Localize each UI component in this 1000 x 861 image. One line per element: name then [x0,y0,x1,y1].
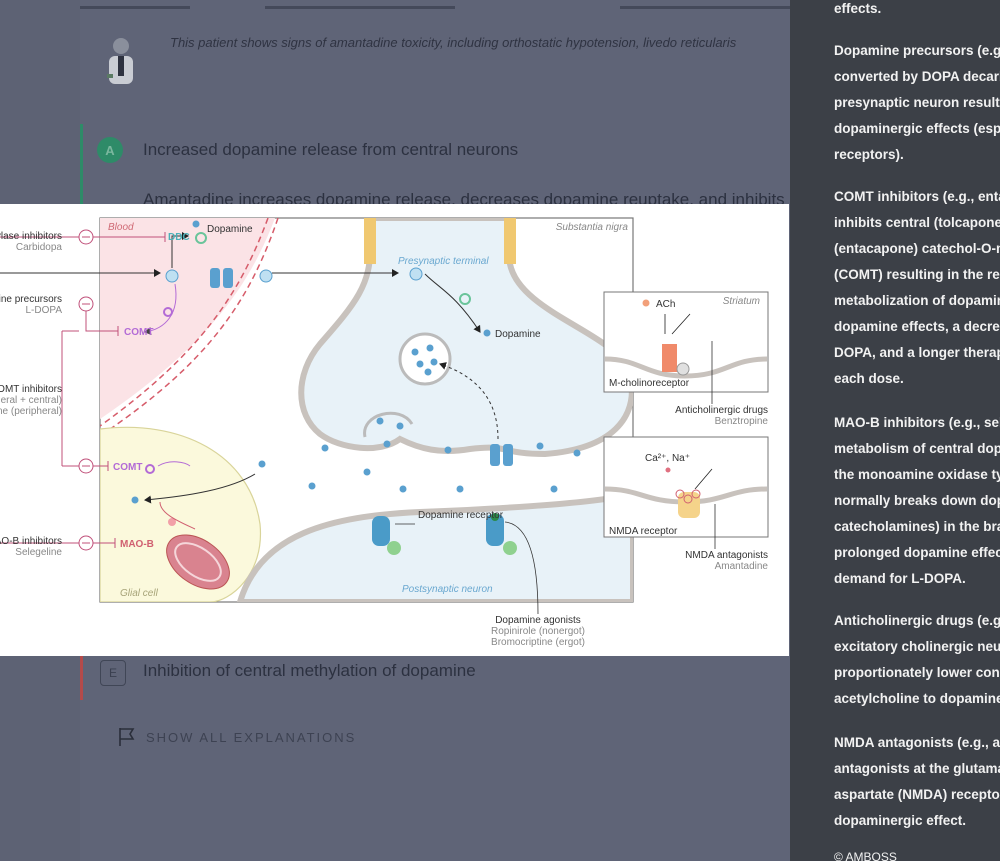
nmda-inset [603,436,769,538]
svg-text:Dopamine: Dopamine [495,329,541,340]
svg-text:NMDA receptor: NMDA receptor [609,526,678,537]
dopamine-precursors-label: Dopamine precursors [0,294,62,305]
svg-text:DDC: DDC [168,232,190,243]
dopamine-agonists-label: Dopamine agonists [495,615,581,626]
flag-icon [119,728,135,746]
copyright: © AMBOSS [834,850,897,861]
dopamine-receptor-1 [372,516,390,546]
pharmacology-figure[interactable]: Dopa decarboxylase inhibitors Carbidopa … [0,204,789,656]
sidebar-line: effects. [834,1,882,16]
svg-text:Substantia nigra: Substantia nigra [556,222,629,233]
svg-text:Carbidopa: Carbidopa [16,242,63,253]
svg-text:Entacapone (peripheral): Entacapone (peripheral) [0,406,62,417]
tab-underline [620,6,790,9]
svg-text:Striatum: Striatum [723,296,760,307]
explanation-sidebar: effects. Dopamine precursors (e.g., L-DO… [790,0,1000,861]
nmda-antagonists-label: NMDA antagonists [685,550,768,561]
svg-text:Tolcapone (peripheral + centra: Tolcapone (peripheral + central) [0,395,62,406]
show-all-label: SHOW ALL EXPLANATIONS [146,729,357,745]
tab-underline [265,6,455,9]
svg-text:Selegeline: Selegeline [15,547,62,558]
svg-text:COMT: COMT [124,327,153,338]
svg-text:Amantadine: Amantadine [715,561,769,572]
tab-underline [80,6,190,9]
svg-text:M-cholinoreceptor: M-cholinoreceptor [609,378,690,389]
vesicle [398,332,452,386]
svg-text:Dopamine receptor: Dopamine receptor [418,510,504,521]
svg-text:Dopamine: Dopamine [207,224,253,235]
svg-text:COMT: COMT [113,462,142,473]
option-a-badge: A [97,137,123,163]
author-avatar [107,38,133,84]
svg-text:Glial cell: Glial cell [120,588,159,599]
option-e-badge: E [100,660,126,686]
svg-text:Presynaptic terminal: Presynaptic terminal [398,256,489,267]
svg-text:Blood: Blood [108,222,134,233]
option-e-text[interactable]: Inhibition of central methylation of dop… [143,661,476,681]
svg-text:Bromocriptine (ergot): Bromocriptine (ergot) [491,637,585,648]
svg-text:MAO-B: MAO-B [120,539,154,550]
svg-text:Ropinirole (nonergot): Ropinirole (nonergot) [491,626,585,637]
show-all-explanations-button[interactable]: SHOW ALL EXPLANATIONS [118,727,356,747]
svg-text:Benztropine: Benztropine [715,416,769,427]
svg-text:ACh: ACh [656,299,675,310]
comt-inhibitors-label: COMT inhibitors [0,384,62,395]
option-a-text[interactable]: Increased dopamine release from central … [143,140,518,160]
anticholinergic-label: Anticholinergic drugs [675,405,768,416]
mao-b-inhibitors-label: MAO-B inhibitors [0,536,62,547]
svg-text:L-DOPA: L-DOPA [26,305,63,316]
svg-text:Postsynaptic neuron: Postsynaptic neuron [402,584,493,595]
ddc-inhibitors-label: Dopa decarboxylase inhibitors [0,231,62,242]
svg-text:Ca²⁺, Na⁺: Ca²⁺, Na⁺ [645,453,690,464]
explanation-quote: This patient shows signs of amantadine t… [170,35,737,50]
parkinson-drugs-diagram: Dopa decarboxylase inhibitors Carbidopa … [0,217,769,648]
